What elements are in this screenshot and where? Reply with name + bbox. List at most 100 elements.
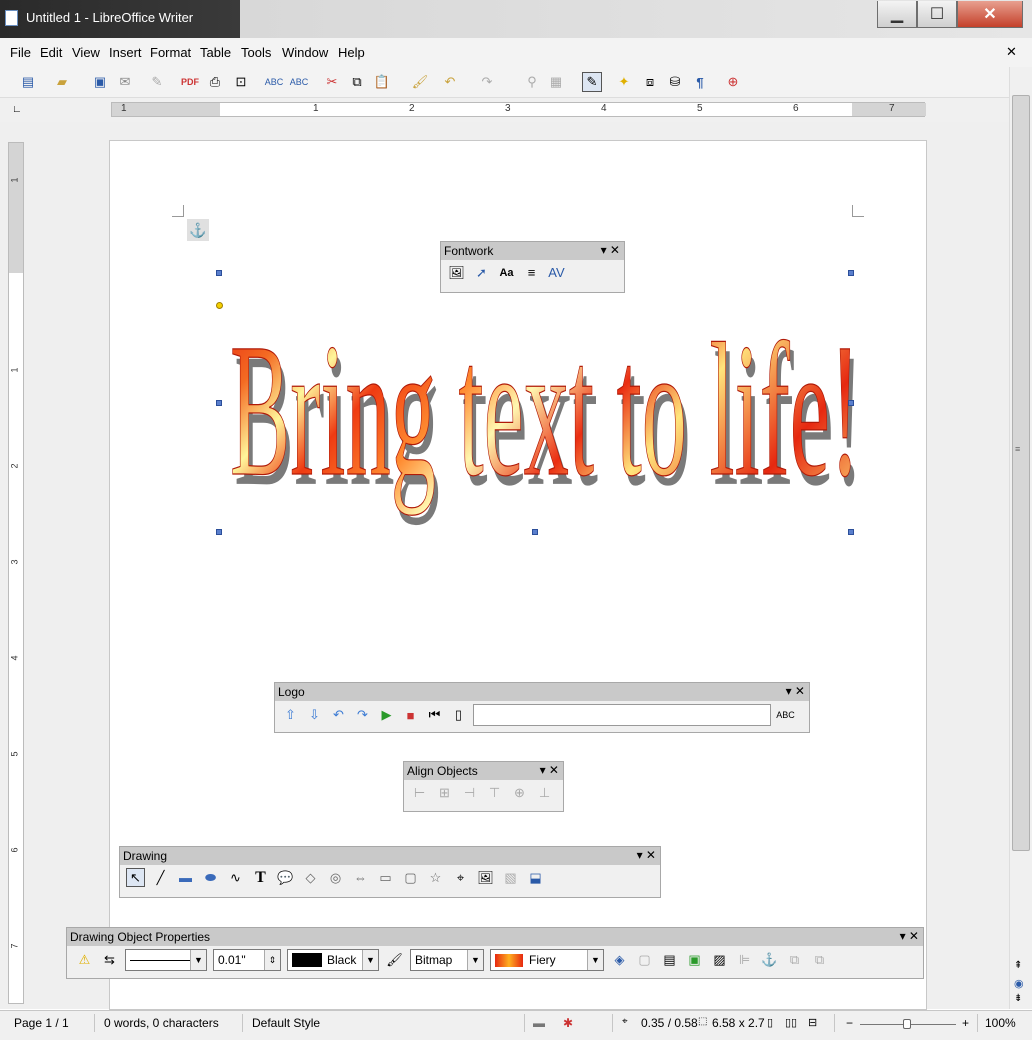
- stop-icon[interactable]: ■: [401, 706, 420, 725]
- selection-handle[interactable]: [216, 270, 222, 276]
- basic-shapes-icon[interactable]: ◇: [301, 868, 320, 887]
- page-style[interactable]: Default Style: [252, 1016, 320, 1030]
- selection-handle[interactable]: [848, 400, 854, 406]
- shadow-icon[interactable]: ◈: [610, 951, 629, 970]
- line-style-icon[interactable]: ⚠: [75, 951, 94, 970]
- next-page-icon[interactable]: ⇟: [1014, 993, 1022, 1004]
- cut-icon[interactable]: ✂: [322, 72, 342, 92]
- zoom-out-icon[interactable]: −: [846, 1016, 853, 1030]
- extrusion-icon[interactable]: ⬓: [526, 868, 545, 887]
- navigation-icon[interactable]: ◉: [1014, 977, 1024, 990]
- undo-icon[interactable]: ↶: [440, 72, 460, 92]
- selection-mode-icon[interactable]: ▬: [533, 1016, 545, 1030]
- toolbar-options-close[interactable]: ▾ ✕: [601, 243, 620, 257]
- arrow-down-icon[interactable]: ⇩: [305, 706, 324, 725]
- align-right-icon[interactable]: ⊣: [460, 783, 479, 802]
- menu-file[interactable]: File: [10, 45, 31, 60]
- book-view-icon[interactable]: ⊟: [808, 1016, 817, 1029]
- menu-view[interactable]: View: [72, 45, 100, 60]
- fontwork-adjust-handle[interactable]: [216, 302, 223, 309]
- change-anchor-icon[interactable]: ⚓: [760, 951, 779, 970]
- open-folder-icon[interactable]: ▰: [52, 72, 72, 92]
- vertical-ruler[interactable]: 1 1 2 3 4 5 6 7: [8, 142, 24, 1004]
- callout-icon[interactable]: 💬: [276, 868, 295, 887]
- previous-page-icon[interactable]: ⇞: [1014, 960, 1022, 971]
- area-style-select[interactable]: Bitmap ▼: [410, 949, 484, 971]
- single-page-view-icon[interactable]: ▯: [767, 1016, 773, 1029]
- callouts-icon[interactable]: ▢: [401, 868, 420, 887]
- align-bottom-icon[interactable]: ⊥: [535, 783, 554, 802]
- hyperlink-icon[interactable]: ⚲: [522, 72, 542, 92]
- flowchart-icon[interactable]: ▭: [376, 868, 395, 887]
- table-icon[interactable]: ▦: [546, 72, 566, 92]
- fontwork-object[interactable]: Bring text to life! Bring text to life!: [200, 265, 880, 545]
- zoom-slider-thumb[interactable]: [903, 1019, 911, 1029]
- fontwork-same-letter-heights-icon[interactable]: Aa: [497, 263, 516, 282]
- menu-insert[interactable]: Insert: [109, 45, 142, 60]
- freeform-line-icon[interactable]: ∿: [226, 868, 245, 887]
- gallery-icon[interactable]: ⧈: [640, 72, 660, 92]
- paste-icon[interactable]: 📋: [372, 72, 392, 92]
- send-to-back-icon[interactable]: ▨: [710, 951, 729, 970]
- clone-formatting-icon[interactable]: 🖌: [410, 72, 430, 92]
- save-icon[interactable]: ▣: [90, 72, 110, 92]
- page-count[interactable]: Page 1 / 1: [14, 1016, 69, 1030]
- horizontal-ruler[interactable]: 1 1 2 3 4 5 6 7: [111, 102, 926, 117]
- minimize-button[interactable]: ▁: [877, 1, 917, 28]
- text-icon[interactable]: T: [251, 868, 270, 887]
- formatting-marks-icon[interactable]: ¶: [690, 72, 710, 92]
- scrollbar-thumb[interactable]: [1012, 95, 1030, 851]
- stars-icon[interactable]: ☆: [426, 868, 445, 887]
- menu-window[interactable]: Window: [282, 45, 328, 60]
- print-icon[interactable]: ⎙: [205, 72, 225, 92]
- translate-icon[interactable]: ABC: [776, 706, 795, 725]
- anchor-icon[interactable]: ⚓: [187, 219, 209, 241]
- turn-right-icon[interactable]: ↷: [353, 706, 372, 725]
- fontwork-alignment-icon[interactable]: ≡: [522, 263, 541, 282]
- clear-screen-icon[interactable]: ▯: [449, 706, 468, 725]
- points-icon[interactable]: ⌖: [451, 868, 470, 887]
- align-top-icon[interactable]: ⊤: [485, 783, 504, 802]
- rectangle-icon[interactable]: ▬: [176, 868, 195, 887]
- print-preview-icon[interactable]: ⊡: [231, 72, 251, 92]
- show-draw-functions-icon[interactable]: ✎: [582, 72, 602, 92]
- menu-format[interactable]: Format: [150, 45, 191, 60]
- selection-handle[interactable]: [216, 400, 222, 406]
- toolbar-options-close[interactable]: ▾ ✕: [540, 763, 559, 777]
- align-center-icon[interactable]: ⊞: [435, 783, 454, 802]
- email-icon[interactable]: ✉: [115, 72, 135, 92]
- menu-tools[interactable]: Tools: [241, 45, 271, 60]
- select-pointer-icon[interactable]: ↖: [126, 868, 145, 887]
- selection-handle[interactable]: [848, 270, 854, 276]
- ellipse-icon[interactable]: ⬬: [201, 868, 220, 887]
- line-icon[interactable]: ╱: [151, 868, 170, 887]
- toolbar-options-close[interactable]: ▾ ✕: [786, 684, 805, 698]
- bitmap-select[interactable]: Fiery ▼: [490, 949, 604, 971]
- maximize-button[interactable]: ☐: [917, 1, 957, 28]
- logo-command-input[interactable]: [473, 704, 771, 726]
- selection-handle[interactable]: [532, 529, 538, 535]
- close-window-button[interactable]: ✕: [957, 1, 1023, 28]
- redo-icon[interactable]: ↷: [477, 72, 497, 92]
- line-style-select[interactable]: ▼: [125, 949, 207, 971]
- run-icon[interactable]: ▶: [377, 706, 396, 725]
- toolbar-options-close[interactable]: ▾ ✕: [637, 848, 656, 862]
- copy-icon[interactable]: ⧉: [347, 72, 367, 92]
- menu-edit[interactable]: Edit: [40, 45, 62, 60]
- align-left-icon[interactable]: ⊢: [410, 783, 429, 802]
- data-sources-icon[interactable]: ⛁: [665, 72, 685, 92]
- alignment-icon[interactable]: ⊫: [735, 951, 754, 970]
- group-icon[interactable]: ⧉: [785, 951, 804, 970]
- spellcheck-icon[interactable]: ABC: [264, 72, 284, 92]
- menu-table[interactable]: Table: [200, 45, 231, 60]
- zoom-in-icon[interactable]: +: [962, 1016, 969, 1030]
- fontwork-shape-icon[interactable]: ➚: [472, 263, 491, 282]
- help-icon[interactable]: ⊕: [723, 72, 743, 92]
- edit-file-icon[interactable]: ✎: [147, 72, 167, 92]
- block-arrows-icon[interactable]: ⇔: [351, 868, 370, 887]
- menu-help[interactable]: Help: [338, 45, 365, 60]
- export-pdf-icon[interactable]: PDF: [180, 72, 200, 92]
- arrow-up-icon[interactable]: ⇧: [281, 706, 300, 725]
- bring-to-front-icon[interactable]: ▣: [685, 951, 704, 970]
- vertical-scrollbar[interactable]: ≡ ⇞ ◉ ⇟: [1009, 67, 1032, 1009]
